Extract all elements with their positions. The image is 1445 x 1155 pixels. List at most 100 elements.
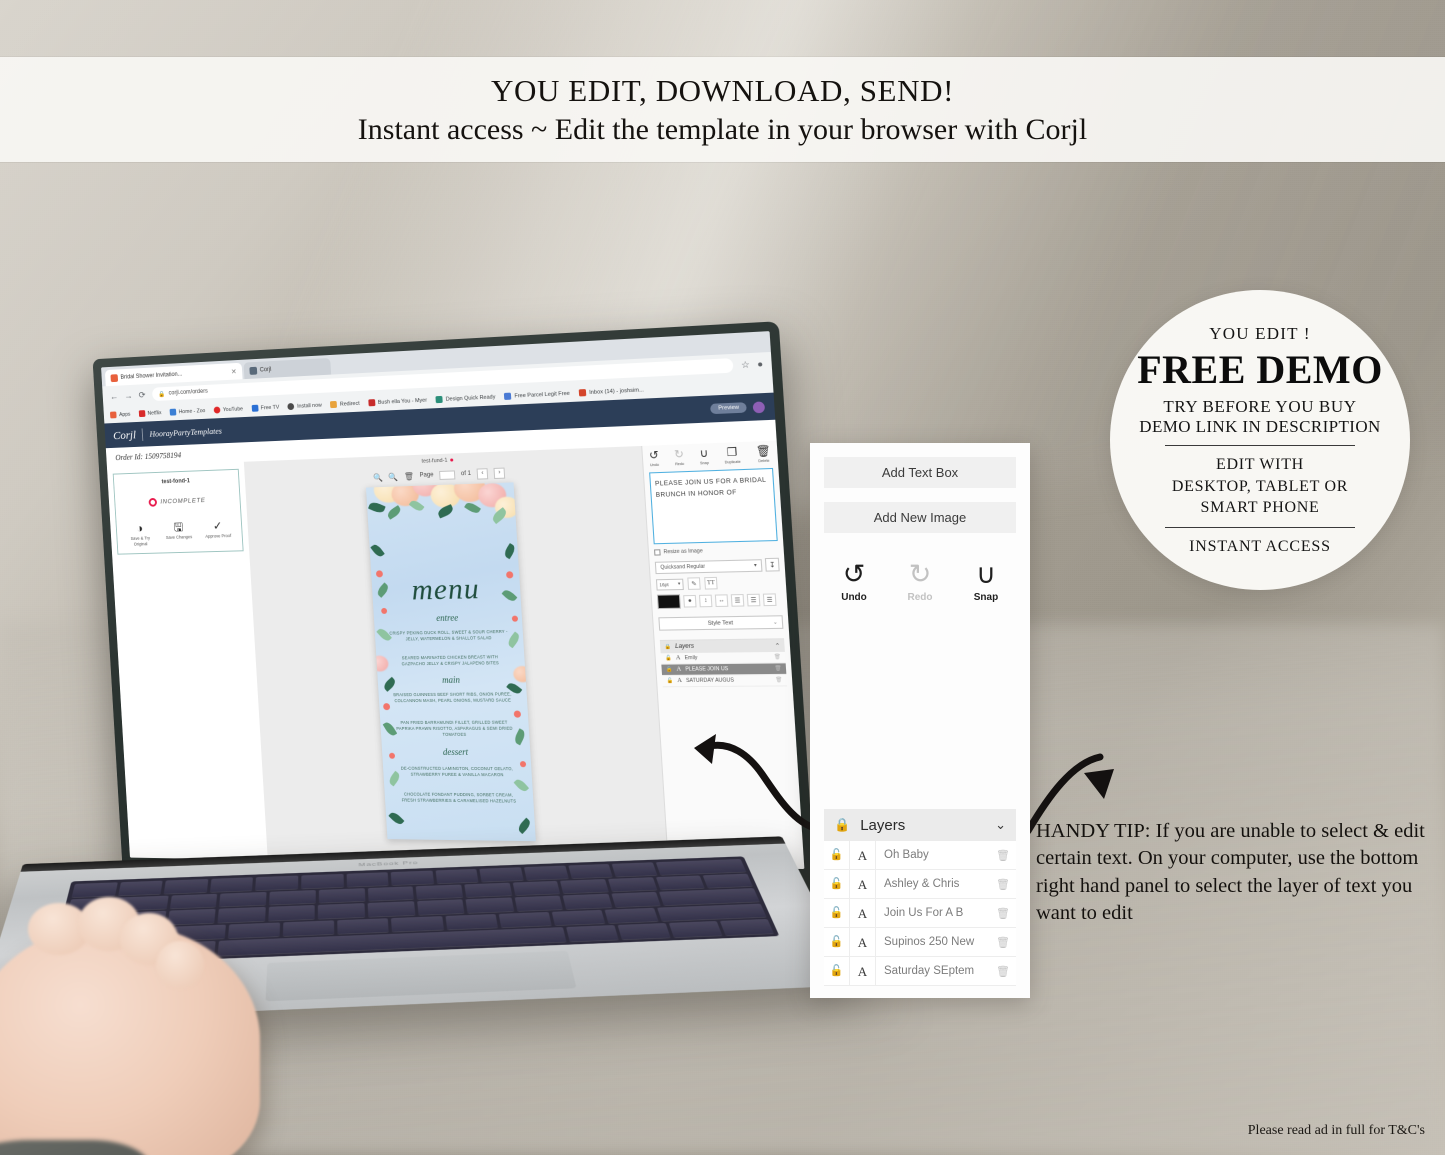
key (63, 910, 166, 929)
unlock-icon[interactable]: 🔓 (824, 840, 850, 870)
bookmark-item[interactable]: Netflix (138, 409, 162, 418)
unlock-icon[interactable]: 🔓 (824, 898, 850, 928)
promo-header-band: YOU EDIT, DOWNLOAD, SEND! Instant access… (0, 57, 1445, 162)
profile-icon[interactable]: ● (757, 359, 764, 370)
align-left-button[interactable]: ☰ (730, 594, 745, 607)
trash-icon[interactable]: 🗑 (990, 849, 1016, 862)
bookmark-item[interactable]: YouTube (213, 405, 243, 414)
layer-row[interactable]: 🔓 A Join Us For A B 🗑 (824, 898, 1016, 928)
letter-spacing-button[interactable]: ↔ (714, 594, 729, 608)
snap-icon: ∪ (699, 447, 709, 461)
trash-icon[interactable]: 🗑 (775, 666, 782, 672)
unlock-icon[interactable]: 🔓 (824, 869, 850, 899)
save-original-button[interactable]: ◑ Save & Try Original (123, 521, 157, 547)
unlock-icon[interactable]: 🔓 (824, 927, 850, 957)
corjl-logo[interactable]: Corjl (113, 427, 137, 442)
page-input[interactable] (439, 469, 456, 480)
zoom-out-icon[interactable]: 🔍 (388, 472, 398, 481)
font-family-select[interactable]: Quicksand Regular ▾ (654, 558, 763, 574)
add-text-box-button[interactable]: Add Text Box (824, 457, 1016, 488)
chevron-up-icon[interactable]: ⌃ (775, 642, 781, 649)
align-center-button[interactable]: ☰ (746, 593, 761, 607)
redo-button[interactable]: ↻ Redo (674, 448, 685, 466)
trash-icon[interactable]: 🗑 (990, 878, 1016, 891)
divider (1165, 526, 1355, 528)
save-changes-button[interactable]: 🖫 Save Changes (162, 520, 196, 546)
key (655, 859, 747, 875)
bookmark-item[interactable]: Inbox (14) - joshsim... (578, 386, 644, 397)
badge-line-4: DESKTOP, TABLET OR (1171, 477, 1349, 495)
trash-icon[interactable]: 🗑 (775, 677, 782, 683)
key (617, 923, 671, 940)
resize-as-image-row[interactable]: Resize as Image (654, 546, 778, 556)
key (702, 873, 753, 888)
align-right-button[interactable]: ☰ (762, 593, 777, 607)
bookmark-favicon (287, 402, 295, 411)
layer-name: Supinos 250 New (884, 936, 975, 948)
key (416, 899, 465, 915)
lock-icon[interactable]: 🔓 (666, 667, 673, 673)
trash-icon[interactable]: 🗑 (990, 936, 1016, 949)
style-text-dropdown[interactable]: Style Text ⌄ (658, 615, 784, 631)
font-download-button[interactable]: ↧ (764, 557, 780, 572)
text-editor-field[interactable]: PLEASE JOIN US FOR A BRIDAL BRUNCH IN HO… (649, 467, 778, 545)
eyedropper-icon[interactable]: ● (683, 594, 697, 608)
key (464, 882, 512, 898)
text-case-button[interactable]: TT (704, 576, 718, 590)
close-icon[interactable]: ✕ (231, 367, 237, 375)
add-new-image-button[interactable]: Add New Image (824, 502, 1016, 533)
lock-icon[interactable]: 🔓 (665, 655, 672, 661)
trash-icon[interactable]: 🗑 (774, 654, 781, 660)
text-style-button[interactable]: ✎ (687, 577, 701, 590)
delete-button[interactable]: 🗑 Delete (755, 445, 772, 463)
forward-icon[interactable]: → (124, 391, 133, 401)
trash-icon[interactable]: 🗑 (990, 907, 1016, 920)
checkbox-icon[interactable] (654, 549, 661, 556)
duplicate-button[interactable]: ❐ Duplicate (724, 446, 741, 464)
layer-row[interactable]: 🔓 A Oh Baby 🗑 (824, 840, 1016, 870)
trash-icon[interactable]: 🗑 (990, 965, 1016, 978)
menu-design-card[interactable]: menu entree CRISPY PEKING DUCK ROLL, SWE… (365, 482, 536, 842)
star-icon[interactable]: ☆ (741, 359, 750, 371)
redo-icon: ↻ (908, 559, 932, 589)
snap-button[interactable]: ∪ Snap (964, 561, 1008, 604)
screen-layer-row[interactable]: 🔓 A SATURDAY AUGUS 🗑 (662, 674, 788, 688)
bookmark-item[interactable]: Install now (287, 402, 323, 411)
bookmark-item[interactable]: Free Parcel Legit Free (504, 390, 570, 400)
key (318, 887, 365, 903)
lock-icon: 🔒 (664, 644, 672, 651)
undo-button[interactable]: ↺ Undo (649, 449, 660, 467)
design-menu-item: CHOCOLATE FONDANT PUDDING, SORBET CREAM,… (401, 791, 517, 804)
line-height-button[interactable]: ↕ (698, 594, 713, 608)
preview-button[interactable]: Preview (710, 402, 747, 415)
layer-row[interactable]: 🔓 A Saturday SEptem 🗑 (824, 956, 1016, 986)
unlock-icon[interactable]: 🔓 (824, 956, 850, 986)
snap-button[interactable]: ∪ Snap (699, 447, 709, 465)
color-swatch[interactable] (656, 594, 681, 610)
bookmark-item[interactable]: Apps (109, 411, 131, 419)
back-icon[interactable]: ← (110, 391, 119, 401)
undo-button[interactable]: ↺ Undo (832, 561, 876, 604)
prev-page-button[interactable]: ‹ (476, 467, 489, 480)
chevron-down-icon[interactable]: ⌄ (995, 817, 1006, 833)
key (167, 908, 216, 925)
layer-row[interactable]: 🔓 A Supinos 250 New 🗑 (824, 927, 1016, 957)
lock-icon[interactable]: 🔓 (666, 678, 673, 684)
approve-proof-button[interactable]: ✓ Approve Proof (201, 519, 236, 544)
bookmark-item[interactable]: Bush ella You - Myer (368, 397, 427, 407)
delete-icon[interactable]: 🗑 (404, 471, 414, 480)
bookmark-item[interactable]: Redirect (330, 400, 360, 409)
key (255, 875, 299, 891)
font-size-select[interactable]: 16pt ▾ (655, 578, 684, 591)
bookmark-item[interactable]: Design Quick Ready (435, 393, 496, 404)
next-page-button[interactable]: › (493, 467, 506, 479)
bookmark-item[interactable]: Free TV (251, 404, 279, 412)
layer-row[interactable]: 🔓 A Ashley & Chris 🗑 (824, 869, 1016, 899)
layers-panel-header[interactable]: 🔒 Layers ⌄ (824, 809, 1016, 841)
avatar[interactable] (752, 400, 766, 413)
order-item-card[interactable]: test-fond-1 INCOMPLETE ◑ Save & Try Orig… (112, 468, 244, 555)
reload-icon[interactable]: ⟳ (138, 389, 145, 400)
zoom-in-icon[interactable]: 🔍 (373, 473, 383, 482)
bookmark-item[interactable]: Home - Zoo (169, 407, 206, 416)
redo-button[interactable]: ↻ Redo (898, 559, 942, 604)
